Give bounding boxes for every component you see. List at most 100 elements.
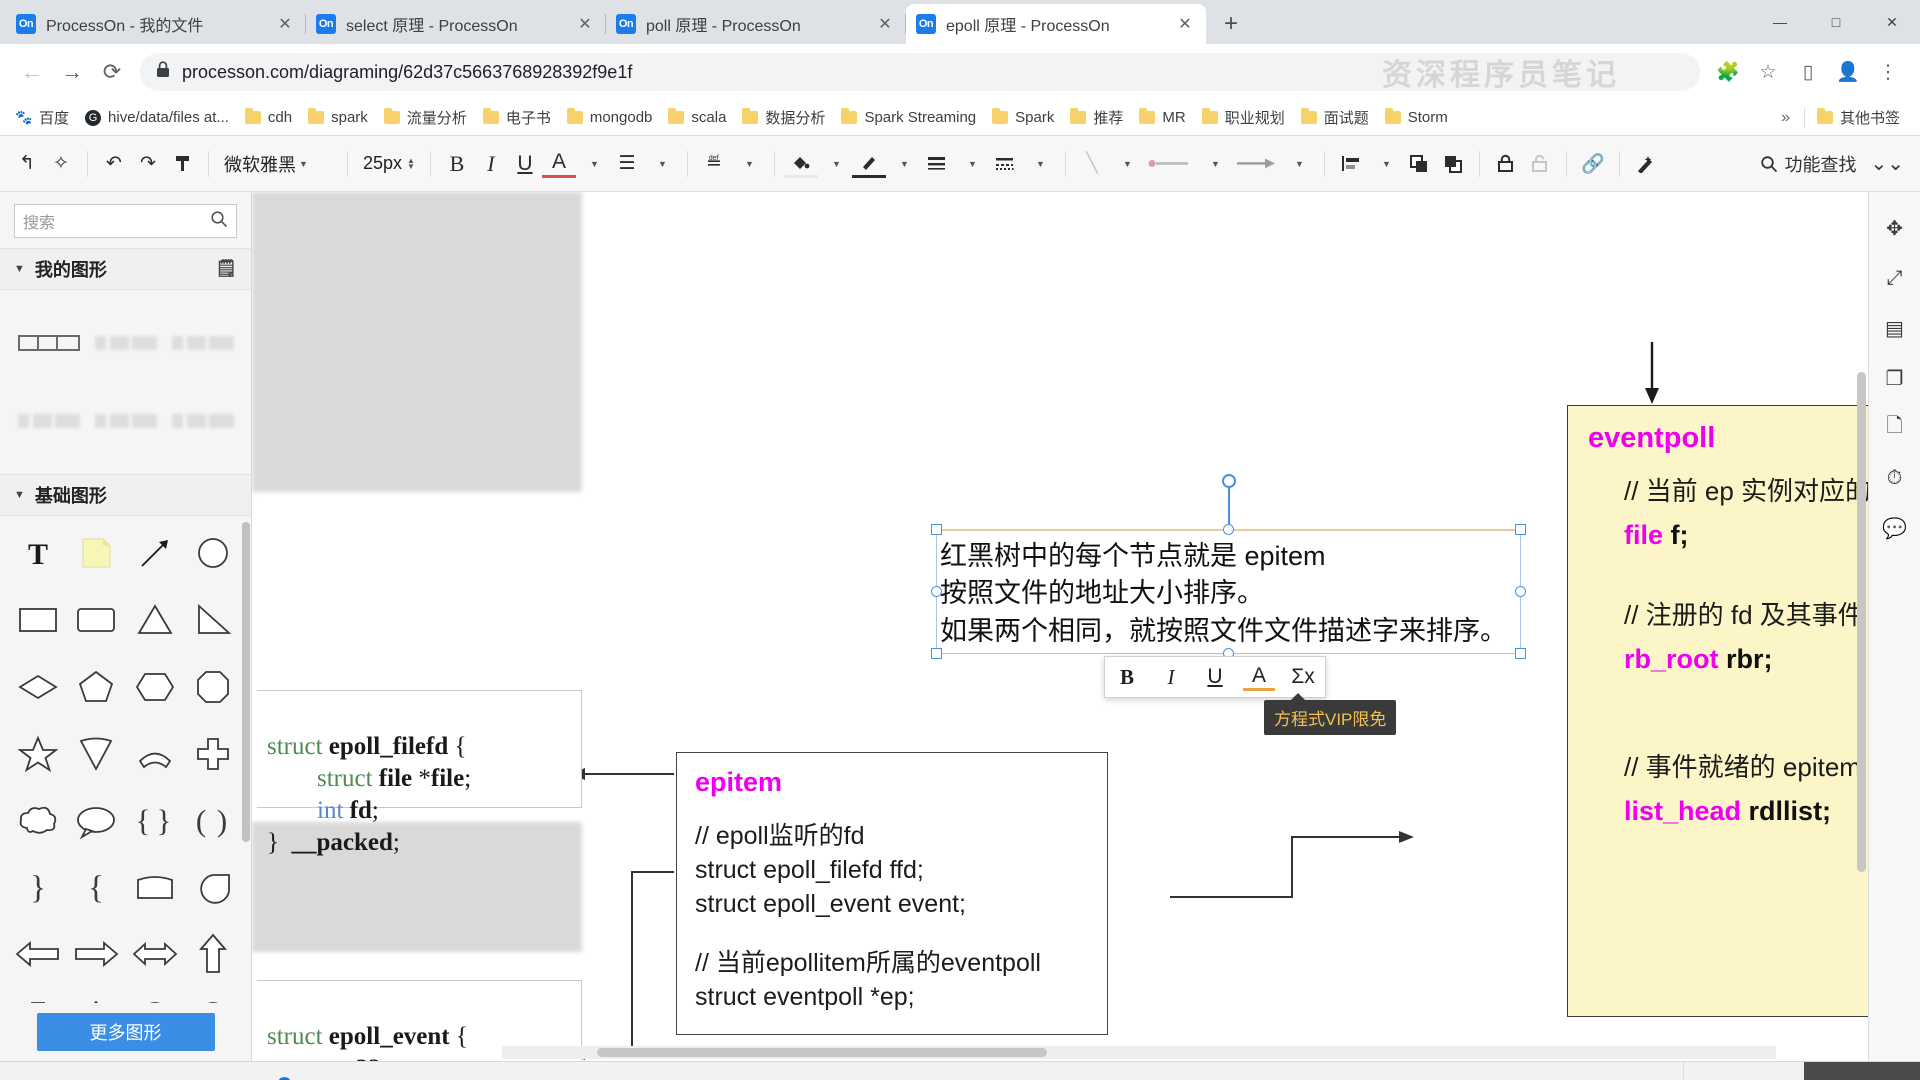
extensions-icon[interactable]: 🧩: [1708, 52, 1748, 92]
font-size-stepper[interactable]: 25px ▲ ▼: [357, 153, 421, 174]
submit-feedback-button[interactable]: 提交反馈: [1804, 1061, 1920, 1080]
canvas-hscroll-thumb[interactable]: [597, 1048, 1047, 1057]
shape-right-triangle-icon[interactable]: [187, 597, 239, 643]
resize-handle-nw[interactable]: [931, 524, 942, 535]
shape-arc-icon[interactable]: [129, 731, 181, 777]
arrow-endpoint-dropdown[interactable]: ▼: [1281, 146, 1315, 182]
line-dash-button[interactable]: [988, 146, 1022, 182]
new-tab-button[interactable]: +: [1214, 7, 1248, 41]
bookmark-career[interactable]: 职业规划: [1196, 104, 1291, 131]
shape-trapezoid-top-icon[interactable]: [129, 864, 181, 910]
line-dash-dropdown[interactable]: ▼: [1022, 146, 1056, 182]
magic-wand-icon[interactable]: [1629, 146, 1663, 182]
lock-icon[interactable]: [1489, 146, 1523, 182]
undo-button[interactable]: ↶: [97, 146, 131, 182]
shape-cross-icon[interactable]: [187, 731, 239, 777]
shape-left-arrow-icon[interactable]: [12, 931, 64, 977]
connector-style-icon[interactable]: ╲: [1075, 146, 1109, 182]
rotate-handle[interactable]: [1221, 474, 1236, 488]
connector-style-dropdown[interactable]: ▼: [1109, 146, 1143, 182]
page-icon[interactable]: 🗋: [1875, 406, 1915, 450]
sidepanel-icon[interactable]: ▯: [1788, 52, 1828, 92]
shape-left-brace-icon[interactable]: {: [70, 864, 122, 910]
align-objects-dropdown[interactable]: ▼: [1368, 146, 1402, 182]
popup-font-color-button[interactable]: A: [1243, 664, 1275, 691]
shape-rectangle-icon[interactable]: [12, 597, 64, 643]
line-spacing-button[interactable]: ≝: [697, 146, 731, 182]
shape-diamond-icon[interactable]: [12, 664, 64, 710]
bring-front-icon[interactable]: [1402, 146, 1436, 182]
line-weight-button[interactable]: [920, 146, 954, 182]
comment-icon[interactable]: 💬: [1875, 506, 1915, 550]
popup-italic-button[interactable]: I: [1155, 665, 1187, 690]
undo-arrow-icon[interactable]: ↰: [10, 146, 44, 182]
font-color-dropdown[interactable]: ▼: [576, 146, 610, 182]
more-shapes-button[interactable]: 更多图形: [36, 1013, 215, 1051]
popup-bold-button[interactable]: B: [1111, 665, 1143, 690]
bookmark-spark-streaming[interactable]: Spark Streaming: [835, 106, 982, 129]
shape-drop-icon[interactable]: [187, 864, 239, 910]
forward-button[interactable]: →: [52, 52, 92, 92]
bold-button[interactable]: B: [440, 146, 474, 182]
bookmark-spark[interactable]: Spark: [986, 106, 1060, 129]
canvas-vscroll-thumb[interactable]: [1857, 372, 1866, 872]
shape-curly-braces-icon[interactable]: {}: [129, 798, 181, 844]
epitem-box[interactable]: epitem // epoll监听的fd struct epoll_filefd…: [676, 752, 1108, 1035]
my-shape-item[interactable]: [14, 312, 83, 374]
browser-tab-4-active[interactable]: On epoll 原理 - ProcessOn ✕: [906, 4, 1206, 44]
browser-tab-3[interactable]: On poll 原理 - ProcessOn ✕: [606, 4, 906, 44]
feature-search-button[interactable]: 功能查找: [1760, 151, 1870, 177]
bookmark-interview[interactable]: 面试题: [1295, 104, 1375, 131]
popup-underline-button[interactable]: U: [1199, 665, 1231, 689]
other-bookmarks-button[interactable]: 其他书签: [1811, 104, 1906, 131]
address-bar[interactable]: processon.com/diagraming/62d37c566376892…: [140, 53, 1700, 91]
bookmark-mongodb[interactable]: mongodb: [561, 106, 659, 129]
edit-icon[interactable]: 🗒: [215, 259, 237, 279]
stepper-arrows-icon[interactable]: ▲ ▼: [407, 156, 415, 170]
toolbar-expand-button[interactable]: ⌄⌄: [1870, 151, 1910, 176]
line-color-button[interactable]: [851, 150, 886, 178]
shape-note-icon[interactable]: [70, 530, 122, 576]
popup-formula-button[interactable]: Σx: [1287, 665, 1319, 689]
fill-color-dropdown[interactable]: ▼: [818, 146, 852, 182]
history-icon[interactable]: ⏱: [1875, 456, 1915, 500]
shape-right-arrow-icon[interactable]: [70, 931, 122, 977]
line-weight-dropdown[interactable]: ▼: [954, 146, 988, 182]
browser-tab-2[interactable]: On select 原理 - ProcessOn ✕: [306, 4, 606, 44]
send-back-icon[interactable]: [1436, 146, 1470, 182]
bookmark-recommend[interactable]: 推荐: [1064, 104, 1129, 131]
basic-shapes-section-header[interactable]: ▼ 基础图形: [0, 474, 251, 516]
format-painter-icon[interactable]: [165, 146, 199, 182]
shape-arrow-icon[interactable]: [129, 530, 181, 576]
bookmarks-overflow-button[interactable]: »: [1781, 109, 1790, 127]
bookmark-traffic-analysis[interactable]: 流量分析: [378, 104, 473, 131]
code-box-epoll-filefd[interactable]: struct epoll_filefd { struct file *file;…: [257, 690, 582, 856]
my-shape-item[interactable]: [168, 312, 237, 374]
line-endpoint-dropdown[interactable]: ▼: [1197, 146, 1231, 182]
redo-button[interactable]: ↷: [131, 146, 165, 182]
bookmark-mr[interactable]: MR: [1133, 106, 1191, 129]
tab-close-icon[interactable]: ✕: [274, 13, 296, 35]
shape-right-brace-icon[interactable]: }: [12, 864, 64, 910]
copy-style-icon[interactable]: ❐: [1875, 356, 1915, 400]
shape-star-icon[interactable]: [12, 731, 64, 777]
tab-close-icon[interactable]: ✕: [574, 13, 596, 35]
tab-close-icon[interactable]: ✕: [874, 13, 896, 35]
italic-button[interactable]: I: [474, 146, 508, 182]
connect-handle-n[interactable]: [1222, 524, 1234, 535]
line-endpoint-icon[interactable]: [1143, 146, 1197, 182]
shape-double-arrow-icon[interactable]: [129, 931, 181, 977]
my-shape-item[interactable]: [91, 390, 160, 452]
text-align-dropdown[interactable]: ▼: [644, 146, 678, 182]
shape-hexagon-icon[interactable]: [129, 664, 181, 710]
bookmark-data-analysis[interactable]: 数据分析: [736, 104, 831, 131]
window-close-button[interactable]: ✕: [1864, 0, 1920, 44]
shape-circle-icon[interactable]: [187, 530, 239, 576]
font-color-button[interactable]: A: [541, 150, 576, 178]
my-shape-item[interactable]: [168, 390, 237, 452]
shape-cloud-icon[interactable]: [12, 798, 64, 844]
shape-panel-scrollbar[interactable]: [242, 522, 250, 842]
bookmark-hive[interactable]: G hive/data/files at...: [79, 106, 235, 129]
my-shape-item[interactable]: [14, 390, 83, 452]
shape-pie-wedge-icon[interactable]: [70, 731, 122, 777]
